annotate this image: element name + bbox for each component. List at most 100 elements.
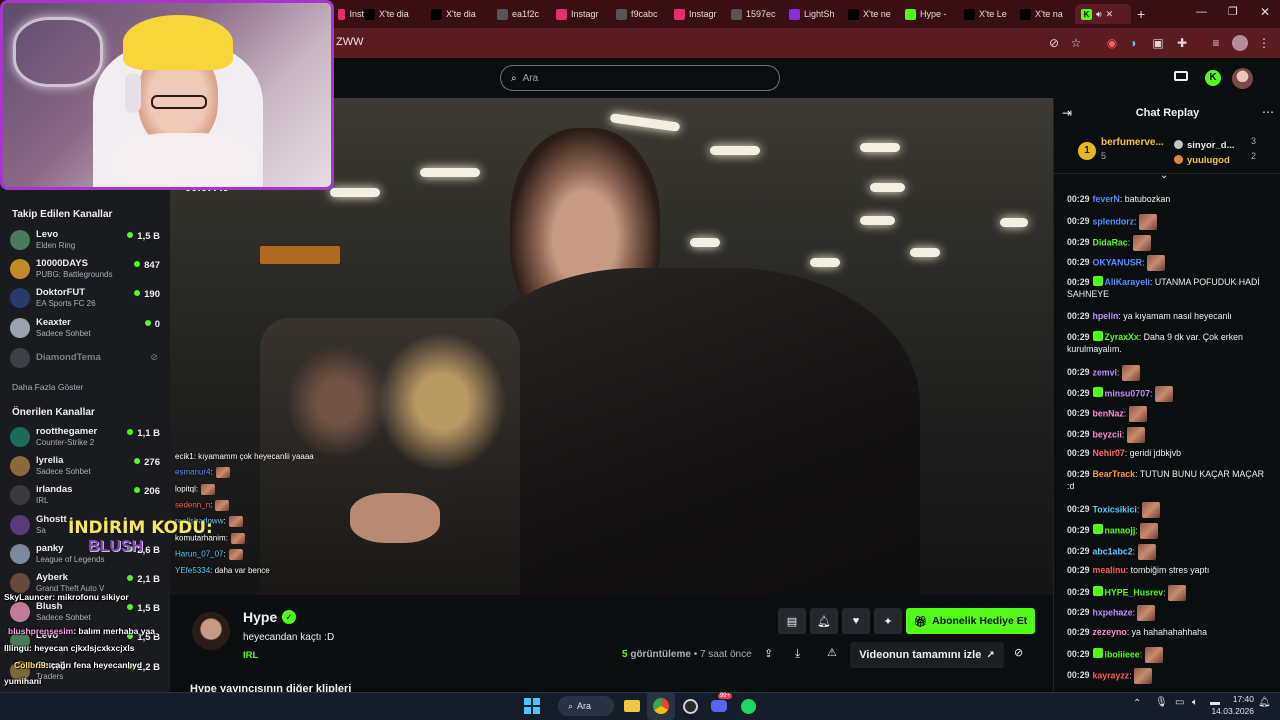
- audio-playing-icon[interactable]: 🔊︎: [1096, 9, 1102, 20]
- volume-icon[interactable]: 🔈︎: [1192, 697, 1198, 708]
- browser-menu-icon[interactable]: ⋮: [1256, 35, 1272, 51]
- extension-icon[interactable]: ◉: [1104, 35, 1120, 51]
- chat-username[interactable]: AliKarayeli: [1105, 277, 1150, 287]
- watch-full-video-button[interactable]: Videonun tamamını izle ↗: [850, 642, 1004, 668]
- chat-username[interactable]: nanaojj: [1105, 525, 1136, 535]
- sidebar-channel[interactable]: Levo Elden Ring 1,5 B: [10, 228, 164, 254]
- minimize-button[interactable]: —: [1196, 6, 1207, 18]
- profile-avatar[interactable]: [1232, 35, 1248, 51]
- chat-username[interactable]: zemvi: [1093, 367, 1117, 377]
- category-link[interactable]: IRL: [243, 650, 258, 661]
- cam-chat-line: yumihani: [4, 676, 41, 686]
- user-avatar[interactable]: [1232, 68, 1253, 89]
- gift-sub-button[interactable]: 🎁︎ Abonelik Hediye Et: [906, 608, 1035, 634]
- sidebar-channel[interactable]: Keaxter Sadece Sohbet 0: [10, 316, 164, 342]
- report-icon[interactable]: ⚠: [827, 646, 837, 659]
- start-button[interactable]: [518, 692, 546, 720]
- chat-username[interactable]: splendorz: [1093, 216, 1135, 226]
- sidebar-channel[interactable]: 10000DAYS PUBG: Battlegrounds 847: [10, 257, 164, 283]
- discord-icon[interactable]: 99+: [705, 692, 733, 720]
- chat-username[interactable]: feverN: [1093, 194, 1120, 204]
- browser-tab[interactable]: X'te dia: [364, 4, 424, 24]
- puzzle-icon[interactable]: ✚: [1174, 35, 1190, 51]
- hide-chat-icon[interactable]: ⊘: [1014, 646, 1023, 659]
- chat-username[interactable]: iboliieee: [1105, 649, 1140, 659]
- browser-tab[interactable]: X'te dia: [431, 4, 491, 24]
- reading-list-icon[interactable]: ≡: [1208, 35, 1224, 51]
- browser-tab[interactable]: X'te ne: [848, 4, 900, 24]
- chat-username[interactable]: BearTrack: [1093, 469, 1136, 479]
- browser-tab[interactable]: X'te na: [1020, 4, 1072, 24]
- sidebar-channel[interactable]: lyrelia Sadece Sohbet 276: [10, 454, 164, 480]
- file-explorer-icon[interactable]: [618, 692, 646, 720]
- chat-username[interactable]: zezeyno: [1093, 627, 1127, 637]
- spotify-icon[interactable]: [734, 692, 762, 720]
- sidebar-item-offline-channel[interactable]: DiamondTema ⊘: [10, 346, 164, 372]
- browser-tab[interactable]: Instagr: [674, 4, 726, 24]
- chat-username[interactable]: abc1abc2: [1093, 546, 1133, 556]
- eye-off-icon[interactable]: ⊘: [1046, 35, 1062, 51]
- show-more-link[interactable]: Daha Fazla Göster: [12, 382, 83, 392]
- chrome-icon[interactable]: [647, 692, 675, 720]
- chat-username[interactable]: ZyraxXx: [1105, 332, 1139, 342]
- browser-tab[interactable]: X'te Le: [964, 4, 1016, 24]
- browser-tab[interactable]: ea1f2c: [497, 4, 549, 24]
- audio-extension-icon[interactable]: ◗: [1126, 35, 1142, 51]
- sidebar-channel[interactable]: DoktorFUT EA Sports FC 26 190: [10, 286, 164, 312]
- chat-username[interactable]: hpelin: [1093, 311, 1119, 321]
- sidebar-channel[interactable]: irlandas IRL 206: [10, 483, 164, 509]
- search-input[interactable]: ⌕ Ara: [500, 65, 780, 91]
- chat-username[interactable]: minsu0707: [1105, 388, 1150, 398]
- browser-tab[interactable]: LightSh: [789, 4, 841, 24]
- browser-tab[interactable]: f9cabc: [616, 4, 668, 24]
- shield-extension-icon[interactable]: ▣: [1150, 35, 1166, 51]
- network-icon[interactable]: ▭: [1175, 697, 1184, 708]
- bookmark-star-icon[interactable]: ☆: [1068, 35, 1084, 51]
- active-tab[interactable]: K 🔊︎ ✕: [1075, 4, 1131, 24]
- sidebar-channel[interactable]: rootthegamer Counter-Strike 2 1,1 B: [10, 425, 164, 451]
- theater-mode-icon[interactable]: [1174, 71, 1188, 81]
- ceiling-light: [420, 168, 480, 177]
- channel-name[interactable]: Hype: [243, 609, 277, 625]
- chat-username[interactable]: hxpehaze: [1093, 607, 1133, 617]
- kick-logo-icon[interactable]: K: [1205, 70, 1221, 86]
- obs-icon[interactable]: [676, 692, 704, 720]
- chat-username[interactable]: kayrayzz: [1093, 670, 1130, 680]
- url-text[interactable]: ZWW: [336, 36, 363, 48]
- sparkle-button[interactable]: ✦: [874, 608, 902, 634]
- notification-button[interactable]: 🔔︎: [810, 608, 838, 634]
- top-gifter-2[interactable]: sinyor_d... 3: [1174, 135, 1274, 151]
- chat-username[interactable]: DidaRac: [1093, 237, 1128, 247]
- share-icon[interactable]: ⇪: [764, 647, 773, 660]
- browser-tab[interactable]: Instagr: [556, 4, 608, 24]
- chat-username[interactable]: benNaz: [1093, 408, 1124, 418]
- clock-date[interactable]: 14.03.2026: [1206, 706, 1254, 716]
- follow-button[interactable]: ♥: [842, 608, 870, 634]
- chat-username[interactable]: Nehir07: [1093, 448, 1125, 458]
- top-gifter-3[interactable]: yuulugod 2: [1174, 150, 1274, 166]
- chat-username[interactable]: HYPE_Husrev: [1105, 587, 1164, 597]
- clip-button[interactable]: ▤: [778, 608, 806, 634]
- browser-tab[interactable]: Hype -: [905, 4, 957, 24]
- clock-time[interactable]: 17:40: [1226, 694, 1254, 704]
- notifications-icon[interactable]: 🔔︎: [1258, 697, 1271, 708]
- taskbar-search[interactable]: ⌕ Ara: [558, 696, 614, 716]
- microphone-icon[interactable]: 🎙︎: [1155, 697, 1168, 708]
- new-tab-button[interactable]: +: [1137, 6, 1145, 22]
- browser-tab[interactable]: 1597ec: [731, 4, 783, 24]
- close-window-button[interactable]: ✕: [1260, 5, 1270, 19]
- top-gifter-1[interactable]: 1 berfumerve... 5: [1076, 134, 1176, 168]
- sidebar-channel[interactable]: Blush Sadece Sohbet 1,5 B: [10, 600, 164, 626]
- chat-menu-icon[interactable]: ⋯: [1262, 105, 1274, 119]
- chat-username[interactable]: Toxicsikici: [1093, 504, 1137, 514]
- chat-username[interactable]: beyzcii: [1093, 429, 1122, 439]
- maximize-button[interactable]: ❐: [1228, 5, 1238, 18]
- download-icon[interactable]: ⤓: [795, 646, 800, 661]
- filter-icon[interactable]: ⌄: [1160, 170, 1168, 181]
- browser-tab[interactable]: Inst: [338, 4, 364, 24]
- chat-username[interactable]: mealinu: [1093, 565, 1126, 575]
- chat-username[interactable]: OKYANUSR: [1093, 257, 1143, 267]
- close-tab-icon[interactable]: ✕: [1106, 9, 1114, 20]
- channel-avatar[interactable]: [192, 612, 230, 650]
- tray-chevron-icon[interactable]: ⌃: [1133, 698, 1141, 709]
